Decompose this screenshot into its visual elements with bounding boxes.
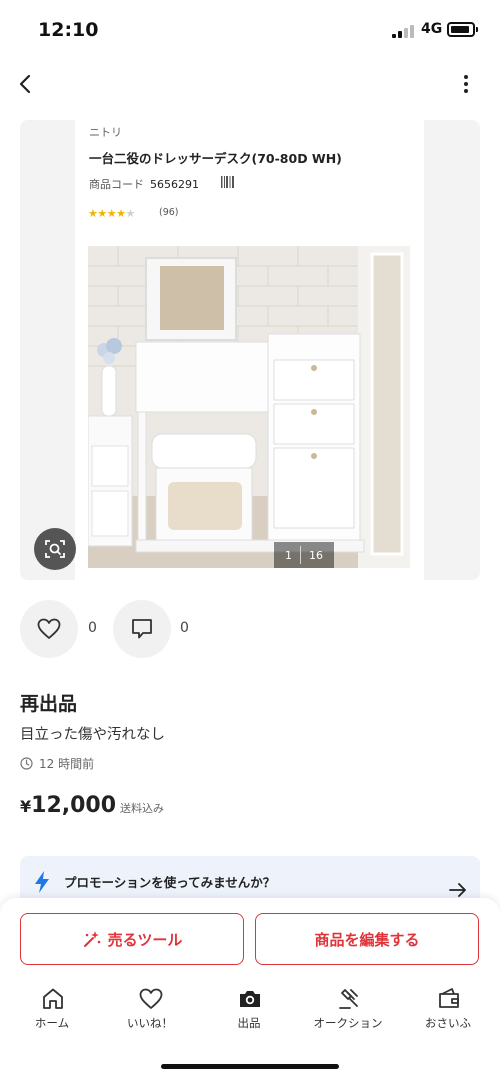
signal-icon [392, 25, 414, 38]
photo-page-indicator: 1 16 [274, 542, 334, 568]
product-image-gallery[interactable]: ニトリ 一台二役のドレッサーデスク(70-80D WH) 商品コード 565629… [20, 120, 480, 580]
star-filled-icon: ★ [97, 207, 107, 220]
like-count: 0 [88, 620, 97, 636]
bottom-panel: 売るツール 商品を編集する ホーム いいね！ 出品 オークション おさいふ [0, 898, 500, 1080]
price-amount: 12,000 [31, 793, 117, 818]
shipping-included: 送料込み [120, 802, 165, 815]
barcode-icon [221, 176, 234, 188]
photo-total-count: 16 [309, 548, 323, 562]
back-button[interactable] [12, 70, 40, 98]
rating-stars: ★★★★★ [88, 207, 135, 220]
tab-likes[interactable]: いいね！ [100, 982, 200, 1038]
product-code: 商品コード 5656291 [89, 176, 199, 192]
star-filled-icon: ★ [88, 207, 98, 220]
comment-icon [132, 619, 152, 639]
engagement-actions: 0 0 [20, 600, 480, 658]
tab-auction[interactable]: オークション [298, 982, 398, 1038]
tab-likes-label: いいね！ [127, 1016, 173, 1030]
heart-outline-icon [37, 618, 61, 639]
star-empty-icon: ★ [125, 207, 136, 220]
dresser-desk-photo [88, 246, 410, 568]
more-options-button[interactable] [452, 70, 480, 98]
image-search-button[interactable] [34, 528, 76, 570]
clock-icon [20, 757, 33, 770]
review-count: (96) [159, 207, 179, 218]
sell-tools-label: 売るツール [107, 930, 183, 949]
product-name: 一台二役のドレッサーデスク(70-80D WH) [89, 151, 342, 166]
sell-tools-button[interactable]: 売るツール [20, 913, 244, 965]
tab-sell-label: 出品 [237, 1016, 261, 1030]
top-bar [0, 62, 500, 106]
listing-condition: 目立った傷や汚れなし [20, 727, 165, 743]
tab-home[interactable]: ホーム [2, 982, 102, 1038]
product-photo: ニトリ 一台二役のドレッサーデスク(70-80D WH) 商品コード 565629… [75, 120, 424, 580]
product-brand: ニトリ [89, 126, 122, 139]
arrow-right-icon [449, 883, 466, 897]
heart-icon [139, 988, 163, 1009]
price: ¥12,000 送料込み [20, 793, 164, 818]
product-code-value: 5656291 [150, 178, 199, 191]
comment-button[interactable] [113, 600, 171, 658]
edit-listing-button[interactable]: 商品を編集する [255, 913, 479, 965]
bottom-tab-bar: ホーム いいね！ 出品 オークション おさいふ [0, 982, 500, 1038]
posted-time-text: 12 時間前 [39, 757, 95, 771]
gavel-icon [339, 989, 358, 1009]
battery-icon [447, 22, 478, 37]
tab-wallet[interactable]: おさいふ [398, 982, 498, 1038]
listing-title: 再出品 [20, 693, 78, 715]
wallet-icon [439, 988, 459, 1008]
status-time: 12:10 [38, 19, 99, 41]
home-indicator [161, 1064, 339, 1069]
star-filled-icon: ★ [116, 207, 126, 220]
posted-time: 12 時間前 [20, 755, 94, 772]
like-button[interactable] [20, 600, 78, 658]
promotion-text: プロモーションを使ってみませんか？ [64, 875, 276, 890]
comment-count: 0 [180, 620, 189, 636]
sparkle-wand-icon [83, 931, 100, 947]
photo-current-index: 1 [285, 548, 292, 562]
status-bar: 12:10 4G [0, 0, 500, 60]
tab-sell[interactable]: 出品 [199, 982, 299, 1038]
lightning-icon [35, 871, 49, 893]
price-currency: ¥ [20, 797, 32, 816]
image-search-icon [45, 540, 65, 558]
home-icon [43, 988, 63, 1009]
star-filled-icon: ★ [106, 207, 117, 220]
network-label: 4G [421, 21, 443, 37]
tab-home-label: ホーム [34, 1016, 70, 1030]
camera-icon [240, 991, 260, 1007]
chevron-left-icon [19, 74, 31, 94]
tab-auction-label: オークション [313, 1016, 383, 1030]
tab-wallet-label: おさいふ [425, 1016, 471, 1030]
more-vertical-icon [464, 75, 468, 93]
product-code-label: 商品コード [89, 178, 144, 191]
